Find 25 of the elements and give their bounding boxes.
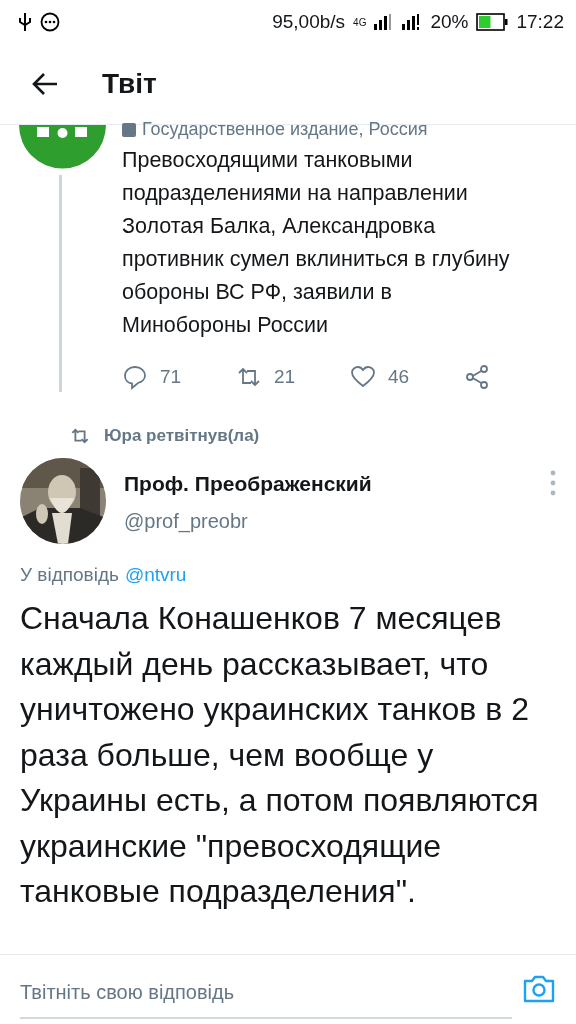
retweet-icon bbox=[70, 426, 90, 446]
reply-icon[interactable] bbox=[122, 364, 148, 390]
author-handle[interactable]: @prof_preobr bbox=[124, 510, 550, 533]
author-name[interactable]: Проф. Преображенский bbox=[124, 472, 550, 496]
retweet-note: Юра ретвітнув(ла) bbox=[104, 426, 260, 446]
account-label: Государственное издание, Россия bbox=[142, 119, 428, 140]
like-count: 46 bbox=[388, 366, 410, 388]
reply-count: 71 bbox=[160, 366, 182, 388]
screen-title: Твіт bbox=[102, 68, 157, 100]
reply-field[interactable]: Твітніть свою відповідь bbox=[20, 967, 512, 1019]
share-icon[interactable] bbox=[464, 364, 490, 390]
clock: 17:22 bbox=[516, 11, 564, 33]
retweet-count: 21 bbox=[274, 366, 296, 388]
network-type: 4G bbox=[353, 16, 367, 28]
quoted-tweet-text: Превосходящими танковыми подразделениями на направлении Золотая Балка, Александровка противник сумел вклиниться в глубину обороны ВС РФ, заявили в Минобороны России bbox=[122, 147, 511, 339]
mention-link[interactable]: @ntvru bbox=[124, 564, 187, 586]
reply-prefix: У відповідь bbox=[20, 564, 119, 586]
heart-icon[interactable] bbox=[350, 364, 376, 390]
flag-icon bbox=[122, 122, 136, 137]
more-circle-icon bbox=[40, 12, 60, 32]
battery-icon bbox=[476, 13, 509, 31]
battery-percent: 20% bbox=[430, 11, 469, 33]
tweet-text: Сначала Конашенков 7 месяцев каждый день рассказывает, что уничтожено украинских танков в 2 раза больше, чем вообще у Украины есть, а потом появляются украинские "превосходящие танковые подразделения". bbox=[19, 599, 540, 911]
network-speed: 95,00b/s bbox=[272, 11, 346, 33]
usb-icon bbox=[18, 12, 32, 32]
